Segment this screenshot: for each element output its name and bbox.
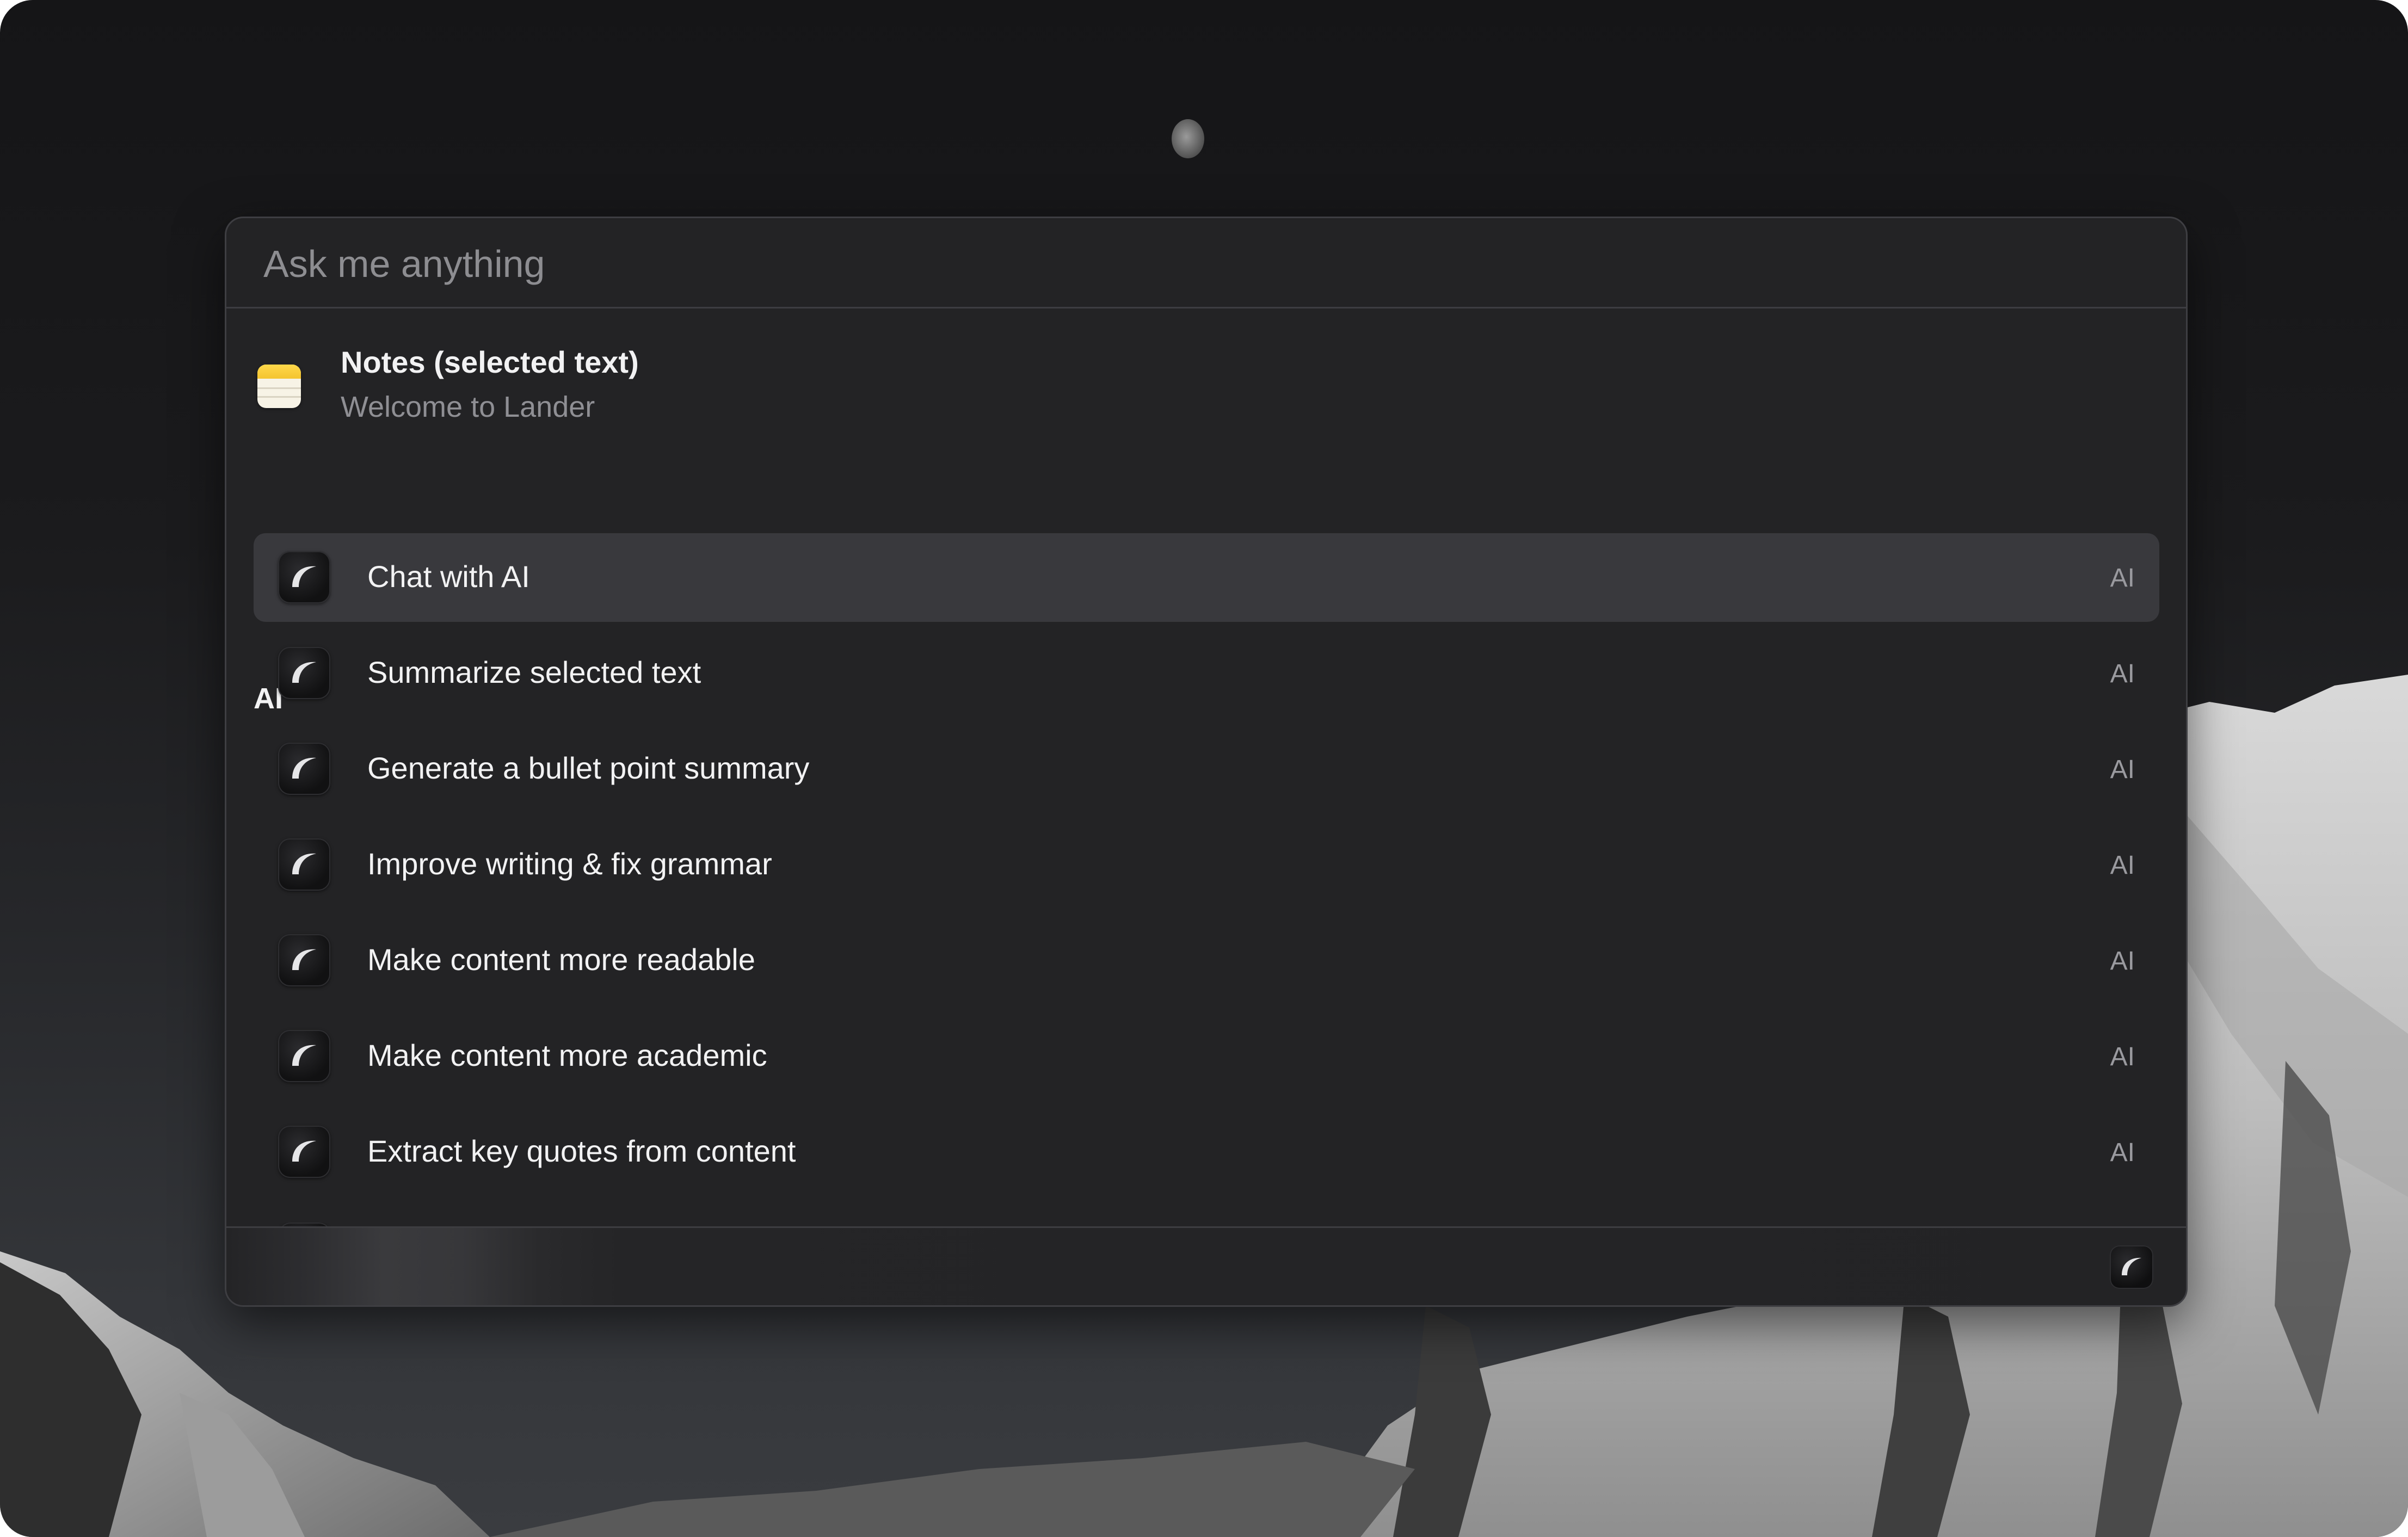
desktop-wallpaper: Notes (selected text) Welcome to Lander … bbox=[0, 0, 2408, 1537]
launcher-window: Notes (selected text) Welcome to Lander … bbox=[225, 217, 2188, 1307]
footer-bar bbox=[226, 1226, 2186, 1305]
selected-text-context[interactable]: Notes (selected text) Welcome to Lander bbox=[226, 308, 2186, 423]
list-item-label: Summarize selected text bbox=[367, 655, 701, 689]
list-item-summarize-selected-text[interactable]: Summarize selected text AI bbox=[254, 629, 2159, 718]
context-subtitle: Welcome to Lander bbox=[341, 391, 595, 423]
moon bbox=[1172, 119, 1204, 158]
list-item-tag: AI bbox=[2110, 947, 2135, 976]
list-item-tag: AI bbox=[2110, 851, 2135, 880]
list-item-tag: AI bbox=[2110, 755, 2135, 784]
search-bar bbox=[226, 218, 2186, 308]
search-input[interactable] bbox=[263, 238, 2114, 290]
lander-ai-icon bbox=[278, 647, 330, 699]
lander-ai-icon bbox=[278, 743, 330, 795]
list-item-label: Chat with AI bbox=[367, 559, 530, 594]
notes-app-icon bbox=[257, 365, 301, 408]
lander-ai-icon bbox=[278, 934, 330, 986]
command-list: Chat with AI AI Summarize selected text … bbox=[254, 533, 2159, 1305]
list-item-label: Extract key quotes from content bbox=[367, 1134, 796, 1168]
list-item-label: Generate a bullet point summary bbox=[367, 751, 810, 785]
context-title: Notes (selected text) bbox=[341, 345, 639, 379]
list-item-tag: AI bbox=[2110, 1138, 2135, 1167]
lander-ai-icon bbox=[278, 551, 330, 603]
list-item-tag: AI bbox=[2110, 564, 2135, 592]
list-item-chat-with-ai[interactable]: Chat with AI AI bbox=[254, 533, 2159, 622]
list-item-tag: AI bbox=[2110, 1042, 2135, 1071]
list-item-bullet-point-summary[interactable]: Generate a bullet point summary AI bbox=[254, 725, 2159, 813]
list-item-label: Make content more readable bbox=[367, 942, 755, 977]
lander-ai-icon bbox=[278, 1126, 330, 1178]
list-item-extract-key-quotes[interactable]: Extract key quotes from content AI bbox=[254, 1108, 2159, 1196]
lander-ai-icon bbox=[278, 1030, 330, 1082]
list-item-label: Improve writing & fix grammar bbox=[367, 847, 772, 881]
list-item-improve-writing[interactable]: Improve writing & fix grammar AI bbox=[254, 820, 2159, 909]
list-item-more-academic[interactable]: Make content more academic AI bbox=[254, 1012, 2159, 1101]
lander-ai-icon bbox=[278, 838, 330, 891]
list-item-tag: AI bbox=[2110, 659, 2135, 688]
lander-ai-icon[interactable] bbox=[2110, 1245, 2153, 1289]
list-item-more-readable[interactable]: Make content more readable AI bbox=[254, 916, 2159, 1005]
list-item-label: Make content more academic bbox=[367, 1038, 767, 1072]
